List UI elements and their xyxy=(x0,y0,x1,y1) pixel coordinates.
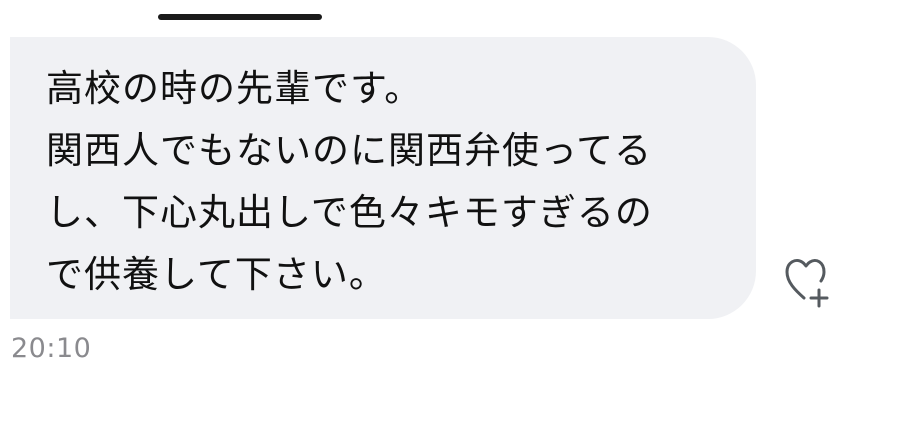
message-line: 高校の時の先輩です。 xyxy=(46,67,423,110)
heart-plus-icon xyxy=(785,258,829,308)
drag-handle[interactable] xyxy=(158,14,322,20)
message-line: し、下心丸出しで色々キモすぎるの xyxy=(46,191,653,234)
message-timestamp: 20:10 xyxy=(11,333,92,364)
add-reaction-button[interactable] xyxy=(780,250,852,312)
message-text: 高校の時の先輩です。 関西人でもないのに関西弁使ってる し、下心丸出しで色々キモ… xyxy=(46,58,736,306)
message-line: で供養して下さい。 xyxy=(46,253,387,296)
message-line: 関西人でもないのに関西弁使ってる xyxy=(46,129,653,172)
